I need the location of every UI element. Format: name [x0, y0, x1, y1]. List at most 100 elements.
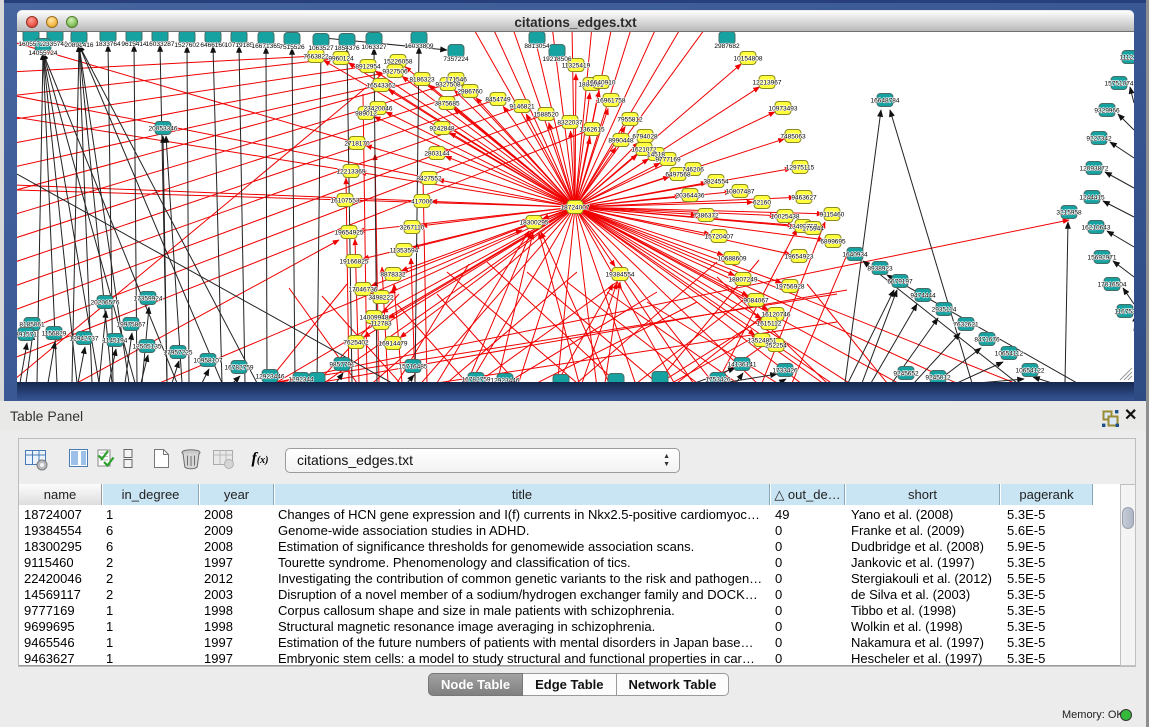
svg-text:15720407: 15720407 [705, 234, 734, 241]
svg-text:10807487: 10807487 [726, 189, 755, 196]
svg-text:1063527: 1063527 [308, 45, 334, 52]
svg-text:116753: 116753 [1114, 309, 1134, 316]
svg-text:20206576: 20206576 [91, 300, 120, 307]
svg-text:15751074: 15751074 [1105, 81, 1134, 88]
svg-text:12942737: 12942737 [70, 336, 99, 343]
svg-text:f(x): f(x) [252, 450, 269, 467]
svg-text:16782759: 16782759 [225, 365, 254, 372]
svg-text:8813054: 8813054 [524, 43, 550, 50]
svg-text:20053346: 20053346 [149, 126, 178, 133]
svg-text:9084067: 9084067 [743, 298, 769, 305]
svg-text:16648784: 16648784 [871, 98, 900, 105]
svg-text:16914479: 16914479 [379, 341, 408, 348]
svg-text:10025438: 10025438 [771, 214, 800, 221]
svg-text:9245012: 9245012 [925, 375, 951, 382]
svg-text:16107553: 16107553 [331, 198, 360, 205]
svg-text:7485063: 7485063 [780, 134, 806, 141]
svg-text:3824554: 3824554 [703, 179, 729, 186]
svg-text:9615414: 9615414 [121, 41, 147, 48]
svg-text:1063327: 1063327 [361, 44, 387, 51]
svg-text:8427552: 8427552 [416, 176, 442, 183]
svg-text:19384554: 19384554 [606, 272, 635, 279]
svg-text:18724007: 18724007 [561, 205, 590, 212]
svg-text:9463627: 9463627 [791, 195, 817, 202]
svg-text:15692971: 15692971 [1088, 255, 1117, 262]
svg-text:16210643: 16210643 [1082, 225, 1111, 232]
svg-text:9327508: 9327508 [435, 82, 461, 89]
svg-text:19166825: 19166825 [340, 259, 369, 266]
svg-text:14055724: 14055724 [29, 50, 58, 57]
svg-text:8322037: 8322037 [557, 120, 583, 127]
svg-text:10719185: 10719185 [225, 42, 254, 49]
svg-text:16120746: 16120746 [762, 312, 791, 319]
svg-text:8990448: 8990448 [608, 138, 634, 145]
svg-text:3267110: 3267110 [400, 225, 425, 232]
svg-text:10654112: 10654112 [995, 351, 1024, 358]
svg-text:12505135: 12505135 [133, 344, 162, 351]
svg-text:1244415: 1244415 [1079, 195, 1105, 202]
svg-text:1362615: 1362615 [579, 127, 605, 134]
svg-text:8471676: 8471676 [974, 337, 1000, 344]
svg-text:17016504: 17016504 [1098, 282, 1127, 289]
svg-text:16671365: 16671365 [252, 43, 281, 50]
svg-text:3875685: 3875685 [434, 101, 460, 108]
svg-text:7386372: 7386372 [693, 213, 719, 220]
svg-text:989012: 989012 [355, 111, 377, 118]
svg-text:391571: 391571 [17, 332, 37, 339]
svg-text:1733426: 1733426 [772, 368, 798, 375]
svg-text:9777169: 9777169 [655, 157, 681, 164]
svg-text:16961758: 16961758 [597, 98, 626, 105]
svg-text:7625402: 7625402 [343, 340, 369, 347]
svg-text:16782759: 16782759 [462, 377, 491, 383]
svg-text:417006: 417006 [411, 199, 433, 206]
svg-text:1156829: 1156829 [42, 331, 67, 338]
svg-text:62160: 62160 [753, 200, 771, 207]
svg-text:3215958: 3215958 [1056, 210, 1082, 217]
svg-text:1640934: 1640934 [842, 252, 868, 259]
svg-text:12975115: 12975115 [786, 165, 815, 172]
svg-text:7955812: 7955812 [617, 117, 643, 124]
svg-text:15716485: 15716485 [399, 364, 428, 371]
svg-text:11325419: 11325419 [562, 63, 591, 70]
svg-text:2803144: 2803144 [424, 151, 450, 158]
svg-text:14136141: 14136141 [728, 362, 757, 369]
svg-text:6794028: 6794028 [632, 134, 658, 141]
svg-text:1145194: 1145194 [103, 338, 128, 345]
svg-text:15226058: 15226058 [384, 59, 413, 66]
svg-text:2718170: 2718170 [344, 141, 370, 148]
svg-text:17046736: 17046736 [349, 287, 378, 294]
svg-text:20364436: 20364436 [676, 193, 705, 200]
svg-text:9227342: 9227342 [1086, 136, 1112, 143]
svg-text:1605572: 1605572 [18, 41, 44, 48]
svg-text:1527602: 1527602 [174, 42, 200, 49]
svg-text:112783: 112783 [370, 321, 392, 328]
svg-text:252254: 252254 [765, 343, 787, 350]
svg-text:8185061: 8185061 [19, 322, 45, 329]
svg-text:9960124: 9960124 [328, 56, 354, 63]
svg-text:6899695: 6899695 [820, 239, 846, 246]
svg-text:10973493: 10973493 [769, 106, 798, 113]
svg-text:7663822: 7663822 [303, 54, 329, 61]
svg-text:9242848: 9242848 [429, 126, 455, 133]
svg-text:2986760: 2986760 [457, 89, 483, 96]
svg-text:8878332: 8878332 [380, 272, 406, 279]
svg-text:9474444: 9474444 [910, 293, 936, 300]
svg-text:18300295: 18300295 [520, 220, 549, 227]
svg-text:1615112: 1615112 [757, 321, 782, 328]
svg-text:3498222: 3498222 [368, 295, 394, 302]
svg-text:19654925: 19654925 [335, 230, 364, 237]
svg-text:10654122: 10654122 [1016, 368, 1045, 375]
svg-text:8938923: 8938923 [867, 266, 893, 273]
svg-text:1854376: 1854376 [334, 45, 360, 52]
svg-text:12923446: 12923446 [491, 378, 520, 383]
svg-text:1588520: 1588520 [533, 112, 559, 119]
svg-text:10958107: 10958107 [194, 358, 223, 365]
svg-text:11353594: 11353594 [390, 248, 419, 255]
svg-text:16640910: 16640910 [587, 80, 616, 87]
svg-text:7357224: 7357224 [443, 56, 469, 63]
svg-text:9245652: 9245652 [893, 371, 919, 378]
svg-text:8186323: 8186323 [409, 77, 435, 84]
svg-text:19975867: 19975867 [117, 322, 146, 329]
svg-text:2987682: 2987682 [714, 43, 740, 50]
svg-text:12213967: 12213967 [753, 80, 782, 87]
